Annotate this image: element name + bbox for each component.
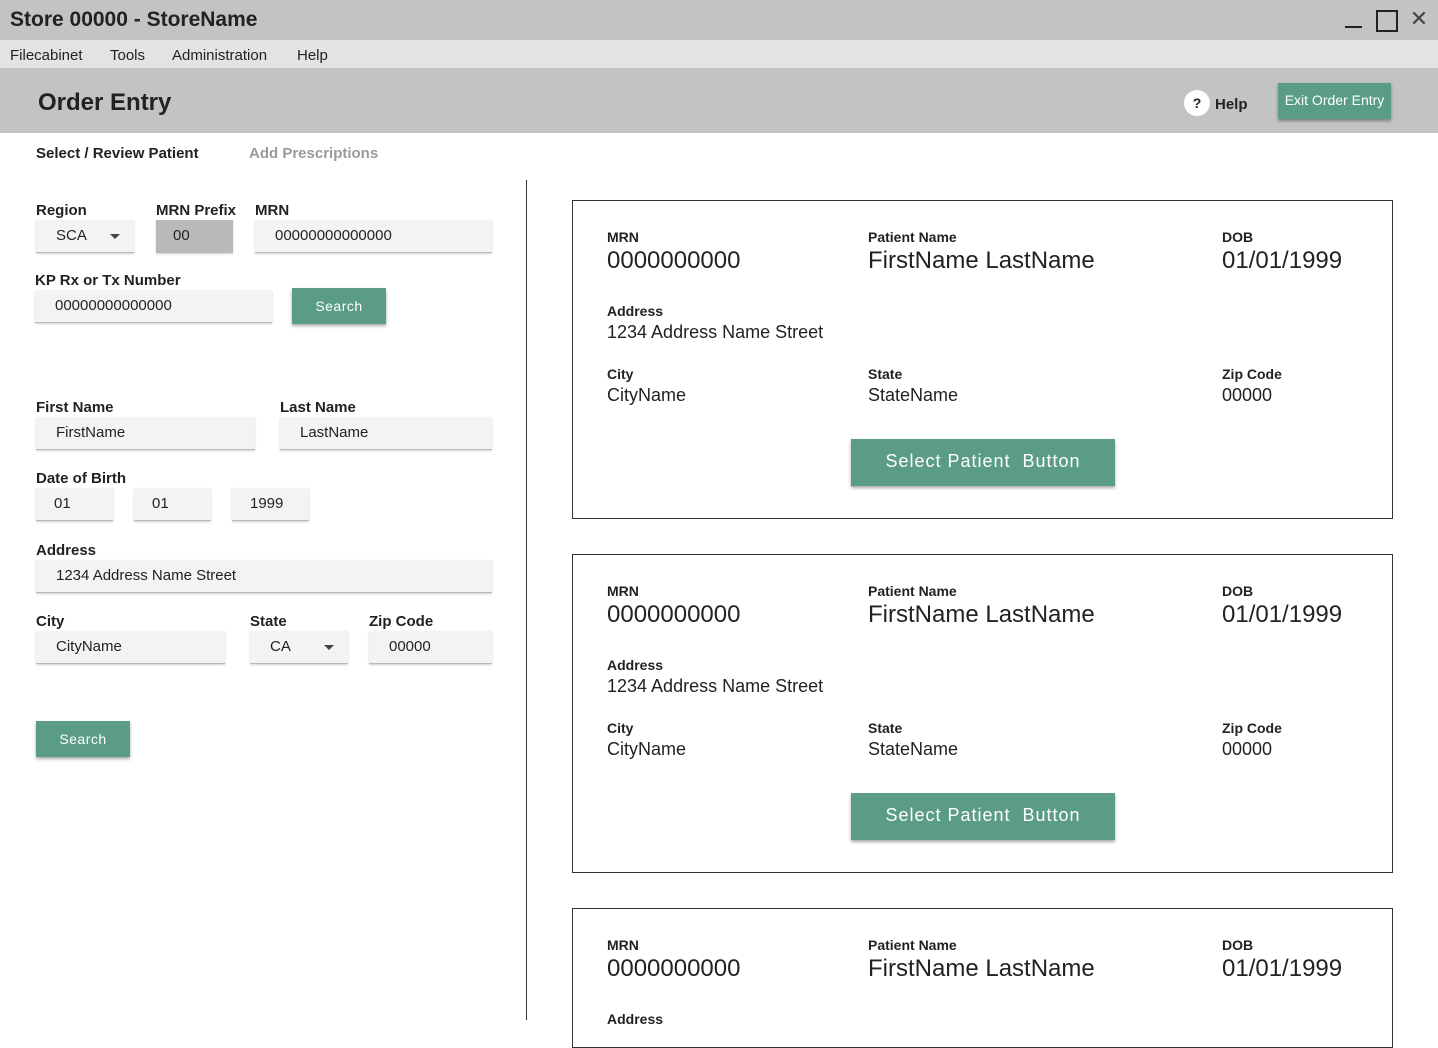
patient-card: MRN 0000000000 Patient Name FirstName La…	[572, 554, 1393, 873]
maximize-icon[interactable]	[1374, 8, 1398, 32]
select-patient-button[interactable]: Select Patient Button	[851, 439, 1115, 486]
state-label: State	[250, 613, 287, 630]
region-label: Region	[36, 202, 87, 219]
card-city-label: City	[607, 720, 634, 736]
rx-number-label: KP Rx or Tx Number	[35, 272, 181, 289]
card-dob-value: 01/01/1999	[1222, 601, 1343, 628]
card-mrn-value: 0000000000	[607, 601, 741, 628]
card-city-value: CityName	[607, 739, 687, 759]
city-label: City	[36, 613, 65, 630]
card-zip-label: Zip Code	[1222, 366, 1282, 382]
last-name-input[interactable]: LastName	[280, 417, 492, 450]
card-name-value: FirstName LastName	[868, 955, 1095, 982]
card-name-value: FirstName LastName	[868, 601, 1095, 628]
card-state-label: State	[868, 366, 903, 382]
title-bar: Store 00000 - StoreName ✕	[0, 0, 1438, 40]
window-title: Store 00000 - StoreName	[10, 8, 258, 31]
card-zip-label: Zip Code	[1222, 720, 1282, 736]
card-name-label: Patient Name	[868, 229, 957, 245]
card-dob-value: 01/01/1999	[1222, 247, 1343, 274]
menu-help[interactable]: Help	[297, 47, 328, 64]
card-dob-label: DOB	[1222, 583, 1254, 599]
chevron-down-icon	[110, 234, 120, 239]
state-value: CA	[270, 638, 291, 655]
card-mrn-label: MRN	[607, 937, 639, 953]
first-name-label: First Name	[36, 399, 114, 416]
card-city-label: City	[607, 366, 634, 382]
region-value: SCA	[56, 227, 87, 244]
page-title: Order Entry	[38, 89, 172, 116]
patient-card: MRN 0000000000 Patient Name FirstName La…	[572, 200, 1393, 519]
help-icon[interactable]: ?	[1184, 90, 1210, 116]
select-patient-button[interactable]: Select Patient Button	[851, 793, 1115, 840]
card-name-label: Patient Name	[868, 583, 957, 599]
page-header: Order Entry ? Help Exit Order Entry	[0, 68, 1438, 133]
dob-label: Date of Birth	[36, 470, 126, 487]
help-label[interactable]: Help	[1215, 96, 1248, 113]
minimize-icon[interactable]	[1343, 8, 1367, 32]
zip-input[interactable]: 00000	[369, 631, 492, 664]
patient-card: MRN 0000000000 Patient Name FirstName La…	[572, 908, 1393, 1048]
mrn-prefix-label: MRN Prefix	[156, 202, 237, 219]
card-mrn-label: MRN	[607, 229, 639, 245]
menu-tools[interactable]: Tools	[110, 47, 145, 64]
menu-administration[interactable]: Administration	[172, 47, 267, 64]
mrn-input[interactable]: 00000000000000	[255, 220, 492, 253]
card-city-value: CityName	[607, 385, 687, 405]
card-state-value: StateName	[868, 739, 959, 759]
region-select[interactable]: SCA	[36, 220, 134, 253]
card-address-value: 1234 Address Name Street	[607, 322, 824, 342]
card-name-label: Patient Name	[868, 937, 957, 953]
card-address-label: Address	[607, 1011, 664, 1027]
step-select-review-patient[interactable]: Select / Review Patient	[36, 145, 199, 162]
panel-divider	[526, 180, 527, 1020]
dob-year-input[interactable]: 1999	[232, 488, 309, 521]
menu-filecabinet[interactable]: Filecabinet	[10, 47, 83, 64]
first-name-input[interactable]: FirstName	[36, 417, 255, 450]
menu-bar: Filecabinet Tools Administration Help	[0, 40, 1438, 68]
dob-day-input[interactable]: 01	[134, 488, 211, 521]
mrn-label: MRN	[255, 202, 290, 219]
card-state-value: StateName	[868, 385, 959, 405]
card-name-value: FirstName LastName	[868, 247, 1095, 274]
address-label: Address	[36, 542, 97, 559]
city-input[interactable]: CityName	[36, 631, 225, 664]
card-mrn-value: 0000000000	[607, 247, 741, 274]
patient-search-button[interactable]: Search	[36, 721, 130, 757]
last-name-label: Last Name	[280, 399, 356, 416]
card-address-label: Address	[607, 657, 664, 673]
card-mrn-label: MRN	[607, 583, 639, 599]
close-icon[interactable]: ✕	[1407, 8, 1431, 32]
address-input[interactable]: 1234 Address Name Street	[36, 560, 492, 593]
card-state-label: State	[868, 720, 903, 736]
card-zip-value: 00000	[1222, 739, 1273, 759]
rx-search-button[interactable]: Search	[292, 288, 386, 324]
mrn-prefix-field: 00	[156, 220, 233, 253]
card-address-label: Address	[607, 303, 664, 319]
zip-label: Zip Code	[369, 613, 434, 630]
step-add-prescriptions[interactable]: Add Prescriptions	[249, 145, 378, 162]
card-zip-value: 00000	[1222, 385, 1273, 405]
state-select[interactable]: CA	[250, 631, 348, 664]
card-mrn-value: 0000000000	[607, 955, 741, 982]
card-dob-label: DOB	[1222, 937, 1254, 953]
dob-month-input[interactable]: 01	[36, 488, 113, 521]
chevron-down-icon	[324, 645, 334, 650]
card-address-value: 1234 Address Name Street	[607, 676, 824, 696]
card-dob-label: DOB	[1222, 229, 1254, 245]
card-dob-value: 01/01/1999	[1222, 955, 1343, 982]
rx-number-input[interactable]: 00000000000000	[35, 290, 272, 323]
exit-order-entry-button[interactable]: Exit Order Entry	[1278, 83, 1391, 119]
